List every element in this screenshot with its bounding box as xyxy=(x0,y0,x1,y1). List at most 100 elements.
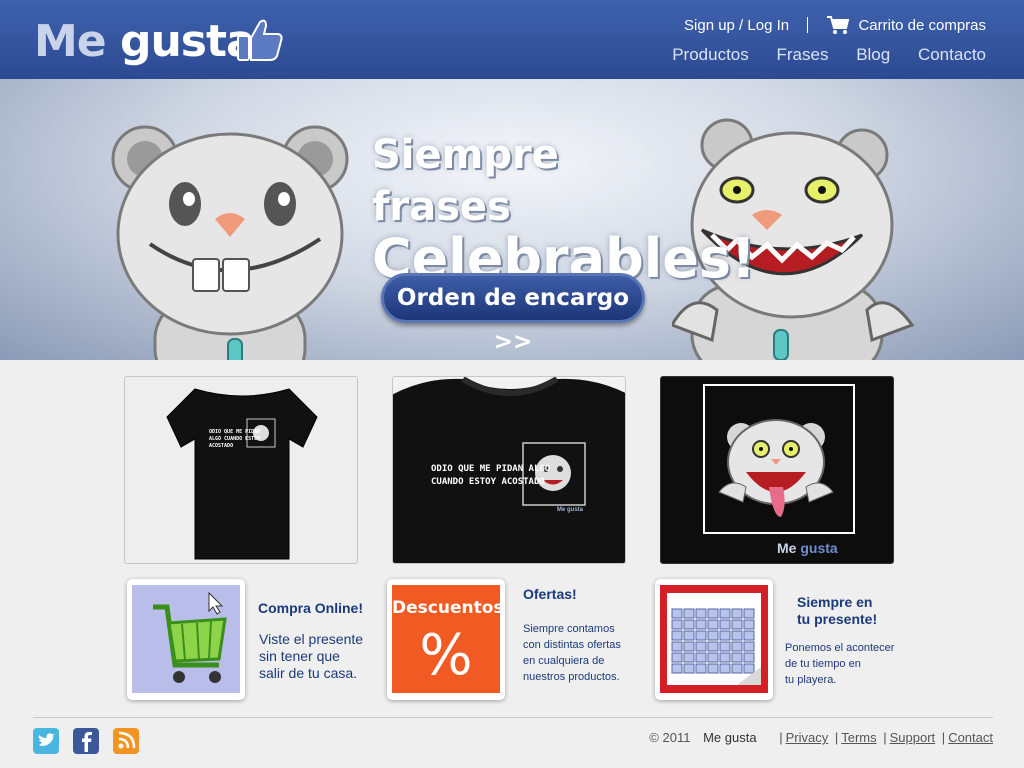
feature-offers-line: nuestros productos. xyxy=(523,671,620,683)
product-image-shirt-front[interactable]: ODIO QUE ME PIDAN ALGO CUANDO ESTOY ACOS… xyxy=(124,376,358,564)
calendar-cell xyxy=(743,641,755,652)
feature-offers-line: Siempre contamos xyxy=(523,623,615,635)
signup-login-link[interactable]: Sign up / Log In xyxy=(684,17,789,34)
footer-link-separator: | xyxy=(883,730,887,745)
discount-icon: Descuentos % xyxy=(392,585,504,693)
calendar-cell xyxy=(719,663,731,674)
footer-copyright-links: © 2011 Me gusta | Privacy | Terms | Support… xyxy=(649,730,993,745)
calendar-cell xyxy=(707,630,719,641)
site-logo[interactable]: Me gusta xyxy=(34,16,256,67)
cart-label: Carrito de compras xyxy=(858,17,986,34)
copyright-year: © 2011 xyxy=(649,730,691,745)
bear-left-illustration xyxy=(111,125,349,360)
discount-image[interactable]: Descuentos % xyxy=(387,579,505,700)
feature-calendar-title-line2: tu presente! xyxy=(797,611,878,627)
twitter-icon[interactable] xyxy=(33,728,59,754)
nav-frases[interactable]: Frases xyxy=(776,45,828,64)
calendar-cell xyxy=(683,619,695,630)
nav-productos[interactable]: Productos xyxy=(672,45,749,64)
terms-link[interactable]: Terms xyxy=(841,730,876,745)
design-illustration xyxy=(703,384,855,534)
feature-offers-line: con distintas ofertas xyxy=(523,639,621,651)
calendar-cell xyxy=(695,630,707,641)
online-shop-image[interactable] xyxy=(127,579,245,700)
logo-gusta-text: gusta xyxy=(119,16,256,67)
feature-calendar-line: tu playera. xyxy=(785,674,837,686)
copyright-brand: Me gusta xyxy=(703,730,757,745)
design-brand-gusta: gusta xyxy=(800,540,838,556)
facebook-icon[interactable] xyxy=(73,728,99,754)
tshirt-illustration xyxy=(166,388,318,560)
calendar-cell xyxy=(731,619,743,630)
nav-divider xyxy=(807,17,809,33)
calendar-cell xyxy=(743,663,755,674)
feature-calendar-line: Ponemos el acontecer xyxy=(785,642,895,654)
nav-contacto[interactable]: Contacto xyxy=(918,45,986,64)
calendar-cell xyxy=(695,652,707,663)
calendar-cell xyxy=(731,663,743,674)
calendar-cell xyxy=(683,641,695,652)
calendar-cell xyxy=(695,663,707,674)
calendar-cell xyxy=(671,619,683,630)
calendar-cell xyxy=(683,652,695,663)
calendar-cell xyxy=(695,641,707,652)
calendar-cell xyxy=(743,608,755,619)
calendar-cell xyxy=(731,652,743,663)
footer-divider xyxy=(33,717,993,718)
calendar-icon xyxy=(660,585,768,693)
calendar-cell xyxy=(731,608,743,619)
support-link[interactable]: Support xyxy=(890,730,936,745)
feature-calendar-text: Ponemos el acontecer de tu tiempo en tu … xyxy=(785,640,894,688)
calendar-cell xyxy=(671,630,683,641)
calendar-cell xyxy=(695,619,707,630)
nav-blog[interactable]: Blog xyxy=(856,45,890,64)
contact-link[interactable]: Contact xyxy=(948,730,993,745)
calendar-cell xyxy=(719,608,731,619)
calendar-cell xyxy=(743,619,755,630)
privacy-link[interactable]: Privacy xyxy=(786,730,829,745)
calendar-image[interactable] xyxy=(655,579,773,700)
product-image-shirt-closeup[interactable]: ODIO QUE ME PIDAN ALGO CUANDO ESTOY ACOS… xyxy=(392,376,626,564)
feature-calendar-title: Siempre en tu presente! xyxy=(797,594,877,628)
feature-offers-line: en cualquiera de xyxy=(523,655,605,667)
calendar-cell xyxy=(731,630,743,641)
order-button[interactable]: Orden de encargo >> xyxy=(381,273,645,355)
calendar-cell xyxy=(719,630,731,641)
hero-title-line1: Siempre frases xyxy=(372,132,559,230)
thumbs-up-icon xyxy=(237,19,283,61)
calendar-cell xyxy=(671,652,683,663)
calendar-cell xyxy=(671,641,683,652)
calendar-cell xyxy=(707,608,719,619)
feature-offers-text: Siempre contamos con distintas ofertas e… xyxy=(523,621,621,685)
calendar-cell xyxy=(671,663,683,674)
feature-offers-title: Ofertas! xyxy=(523,586,577,602)
logo-me-text: Me xyxy=(34,16,107,67)
calendar-cell xyxy=(719,652,731,663)
calendar-cell xyxy=(719,641,731,652)
hero-title: Siempre frases Celebrables! xyxy=(372,129,756,286)
footer-link-separator: | xyxy=(779,730,783,745)
discount-label: Descuentos xyxy=(392,598,504,618)
main-nav: Productos Frases Blog Contacto xyxy=(649,45,986,65)
feature-online-line: sin tener que xyxy=(259,648,340,664)
rss-icon[interactable] xyxy=(113,728,139,754)
cart-link[interactable]: Carrito de compras xyxy=(826,16,986,34)
shopping-cart-icon xyxy=(132,585,240,693)
calendar-cell xyxy=(683,663,695,674)
rss-waves-shape xyxy=(118,731,136,749)
footer-link-separator: | xyxy=(941,730,946,745)
shirt-print-line1: ODIO QUE ME PIDAN ALGO xyxy=(431,464,551,474)
calendar-cell xyxy=(707,641,719,652)
feature-online-title: Compra Online! xyxy=(258,600,364,616)
calendar-cell xyxy=(743,630,755,641)
twitter-bird-shape xyxy=(38,733,55,746)
calendar-cell xyxy=(707,652,719,663)
feature-calendar-line: de tu tiempo en xyxy=(785,658,861,670)
product-image-design[interactable]: Me gusta xyxy=(660,376,894,564)
feature-online-line: salir de tu casa. xyxy=(259,665,358,681)
account-nav: Sign up / Log In Carrito de compras xyxy=(684,15,986,35)
footer-link-separator: | xyxy=(834,730,839,745)
design-brand-me: Me xyxy=(777,540,797,556)
feature-online-line: Viste el presente xyxy=(259,631,364,647)
shirt-print-text: ODIO QUE ME PIDAN ALGO CUANDO ESTOY ACOS… xyxy=(209,429,261,449)
